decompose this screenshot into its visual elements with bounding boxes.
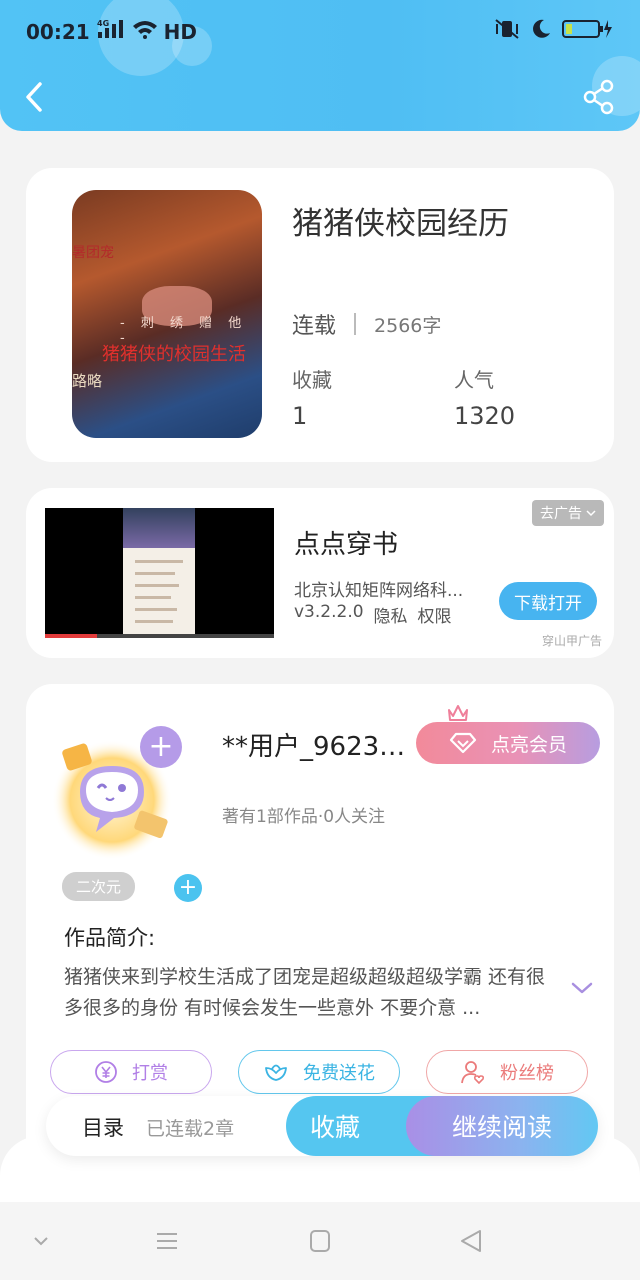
svg-text:4G: 4G — [97, 19, 109, 28]
ad-permissions-link[interactable]: 权限 — [418, 602, 452, 627]
status-left: 00:21 4G HD — [26, 18, 197, 45]
book-info-card: 暑团宠 - 刺 绣 赠 他 - 猪猪侠的校园生活 路略 猪猪侠校园经历 连载 2… — [26, 168, 614, 462]
fans-ranking-button[interactable]: 粉丝榜 — [426, 1050, 588, 1094]
chevron-down-icon[interactable] — [26, 1228, 56, 1254]
serial-status: 连载 — [292, 314, 337, 339]
ad-version: v3.2.2.0 — [294, 602, 364, 622]
status-time: 00:21 — [26, 19, 90, 44]
book-status: 连载 2566字 — [292, 308, 441, 340]
intro-label: 作品简介: — [64, 926, 156, 950]
ad-screenshot-header — [123, 508, 195, 548]
book-cover[interactable]: 暑团宠 - 刺 绣 赠 他 - 猪猪侠的校园生活 路略 — [72, 190, 262, 438]
ad-line — [135, 584, 179, 587]
bottom-action-bar: 目录 已连载2章 收藏 继续阅读 — [46, 1096, 598, 1156]
send-flower-button[interactable]: 免费送花 — [238, 1050, 400, 1094]
ad-thumbnail[interactable] — [45, 508, 274, 638]
back-button[interactable] — [20, 78, 50, 116]
ad-description: 北京认知矩阵网络科... — [294, 581, 464, 601]
chevron-down-icon[interactable] — [570, 980, 594, 996]
ad-download-button[interactable]: 下载打开 — [499, 582, 597, 620]
chevron-left-icon — [26, 82, 42, 112]
toc-button[interactable]: 目录 — [82, 1112, 124, 1142]
cover-text: 暑团宠 — [72, 245, 114, 261]
continue-reading-button[interactable]: 继续阅读 — [406, 1096, 598, 1156]
ad-source: 穿山甲广告 — [541, 634, 602, 648]
continue-reading-label: 继续阅读 — [451, 1113, 552, 1142]
menu-icon[interactable] — [152, 1228, 182, 1254]
moon-icon — [530, 18, 552, 44]
wifi-icon — [132, 19, 158, 44]
ad-screenshot — [123, 508, 195, 636]
ad-card[interactable]: 去广告 点点穿书 北京认知矩阵网络科... v3.2.2.0 隐私 权限 下载打… — [26, 488, 614, 658]
reward-button[interactable]: 打赏 — [50, 1050, 212, 1094]
remove-ad-label: 去广告 — [540, 506, 582, 522]
follow-plus-button[interactable]: + — [140, 726, 182, 768]
status-bar: 00:21 4G HD — [0, 0, 640, 62]
crown-icon — [448, 705, 468, 721]
share-button[interactable] — [582, 78, 616, 116]
yen-icon — [95, 1061, 117, 1083]
vibrate-off-icon — [494, 18, 520, 44]
ad-line — [135, 596, 171, 599]
hd-label: HD — [163, 19, 198, 44]
cover-text: 猪猪侠的校园生活 — [102, 344, 246, 365]
send-flower-label: 免费送花 — [303, 1063, 375, 1084]
flower-icon — [265, 1064, 287, 1081]
favorite-button-label: 收藏 — [310, 1113, 361, 1142]
ad-title: 点点穿书 — [294, 530, 399, 560]
author-card: + **用户_96236... 点亮会员 著有1部作品·0人关注 二次元 + 作… — [26, 684, 614, 1164]
ad-privacy-link[interactable]: 隐私 — [374, 602, 408, 627]
add-tag-button[interactable]: + — [174, 874, 202, 902]
system-nav-bar — [0, 1202, 640, 1280]
ad-meta: v3.2.2.0 隐私 权限 — [294, 602, 452, 627]
favorites-value: 1 — [292, 402, 308, 430]
chapter-count: 已连载2章 — [146, 1118, 235, 1140]
user-heart-icon — [461, 1061, 485, 1085]
battery-icon — [562, 18, 614, 44]
reward-label: 打赏 — [132, 1063, 168, 1084]
share-icon — [583, 79, 614, 115]
top-header: 00:21 4G HD — [0, 0, 640, 131]
favorites-label: 收藏 — [292, 368, 332, 392]
ad-line — [135, 608, 177, 611]
video-progress-fill — [45, 634, 97, 638]
home-icon[interactable] — [305, 1228, 335, 1254]
word-count: 2566字 — [374, 314, 442, 337]
vip-button-label: 点亮会员 — [490, 733, 567, 756]
vip-button[interactable]: 点亮会员 — [416, 722, 600, 764]
diamond-icon — [449, 732, 477, 754]
fans-ranking-label: 粉丝榜 — [500, 1063, 554, 1084]
signal-icon: 4G — [96, 18, 126, 45]
chevron-down-icon — [586, 510, 596, 517]
ad-line — [135, 620, 173, 623]
author-meta: 著有1部作品·0人关注 — [222, 807, 386, 827]
author-name[interactable]: **用户_96236... — [222, 726, 414, 763]
intro-text: 猪猪侠来到学校生活成了团宠是超级超级超级学霸 还有很多很多的身份 有时候会发生一… — [64, 966, 546, 1019]
book-title: 猪猪侠校园经历 — [292, 206, 509, 242]
popularity-label: 人气 — [454, 368, 494, 392]
back-triangle-icon[interactable] — [456, 1228, 486, 1254]
genre-tag[interactable]: 二次元 — [62, 872, 136, 901]
divider — [354, 313, 357, 335]
popularity-value: 1320 — [454, 402, 516, 430]
status-right — [494, 18, 614, 44]
remove-ad-button[interactable]: 去广告 — [532, 500, 604, 526]
cover-text: 路略 — [72, 372, 103, 390]
ad-line — [135, 572, 175, 575]
ad-line — [135, 560, 183, 563]
